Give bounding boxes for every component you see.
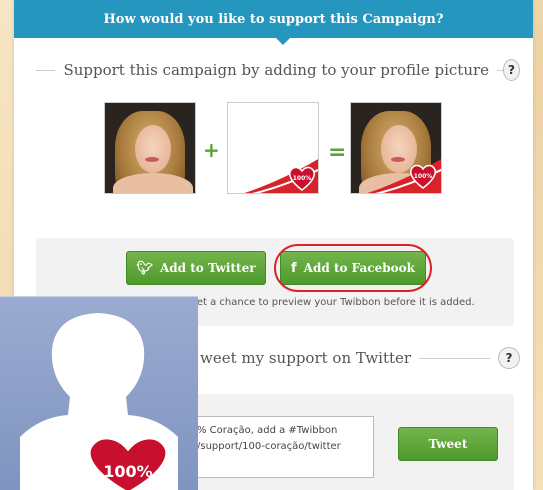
profile-picture-overlay: 100% [0,296,198,490]
tweet-button-label: Tweet [428,437,468,451]
tweet-text-line-1: % Coração, add a #Twibbon [197,425,338,436]
tweet-button[interactable]: Tweet [398,427,498,461]
twibbon-overlay-preview: 100% [227,102,319,194]
profile-section-title: Support this campaign by adding to your … [36,58,520,82]
equals-icon: = [328,140,347,165]
silhouette-avatar: 100% [20,313,178,490]
add-to-twitter-button[interactable]: 🐦︎ Add to Twitter [126,251,266,285]
tweet-help-icon[interactable]: ? [498,347,520,369]
svg-text:100%: 100% [414,173,433,180]
add-to-twitter-label: Add to Twitter [159,261,256,275]
result-heart-badge-icon: 100% [409,163,437,189]
svg-text:100%: 100% [103,462,152,481]
header-bar: How would you like to support this Campa… [14,0,533,45]
heart-badge-icon: 100% [288,165,316,191]
tweet-text-line-2: /support/100-coração/twitter [197,441,341,452]
header-notch [276,38,290,45]
plus-icon: + [203,138,220,162]
twitter-bird-icon: 🐦︎ [136,260,153,276]
tweet-textarea[interactable]: % Coração, add a #Twibbon /support/100-c… [190,416,374,478]
original-profile-photo [104,102,196,194]
result-profile-photo: 100% [350,102,442,194]
header-title: How would you like to support this Campa… [103,11,444,27]
facebook-highlight-circle [274,244,432,292]
title-rule-left [36,69,56,71]
profile-section-heading: Support this campaign by adding to your … [63,61,490,79]
help-icon[interactable]: ? [503,59,520,81]
tweet-title-rule [419,357,490,359]
svg-text:100%: 100% [293,175,312,182]
